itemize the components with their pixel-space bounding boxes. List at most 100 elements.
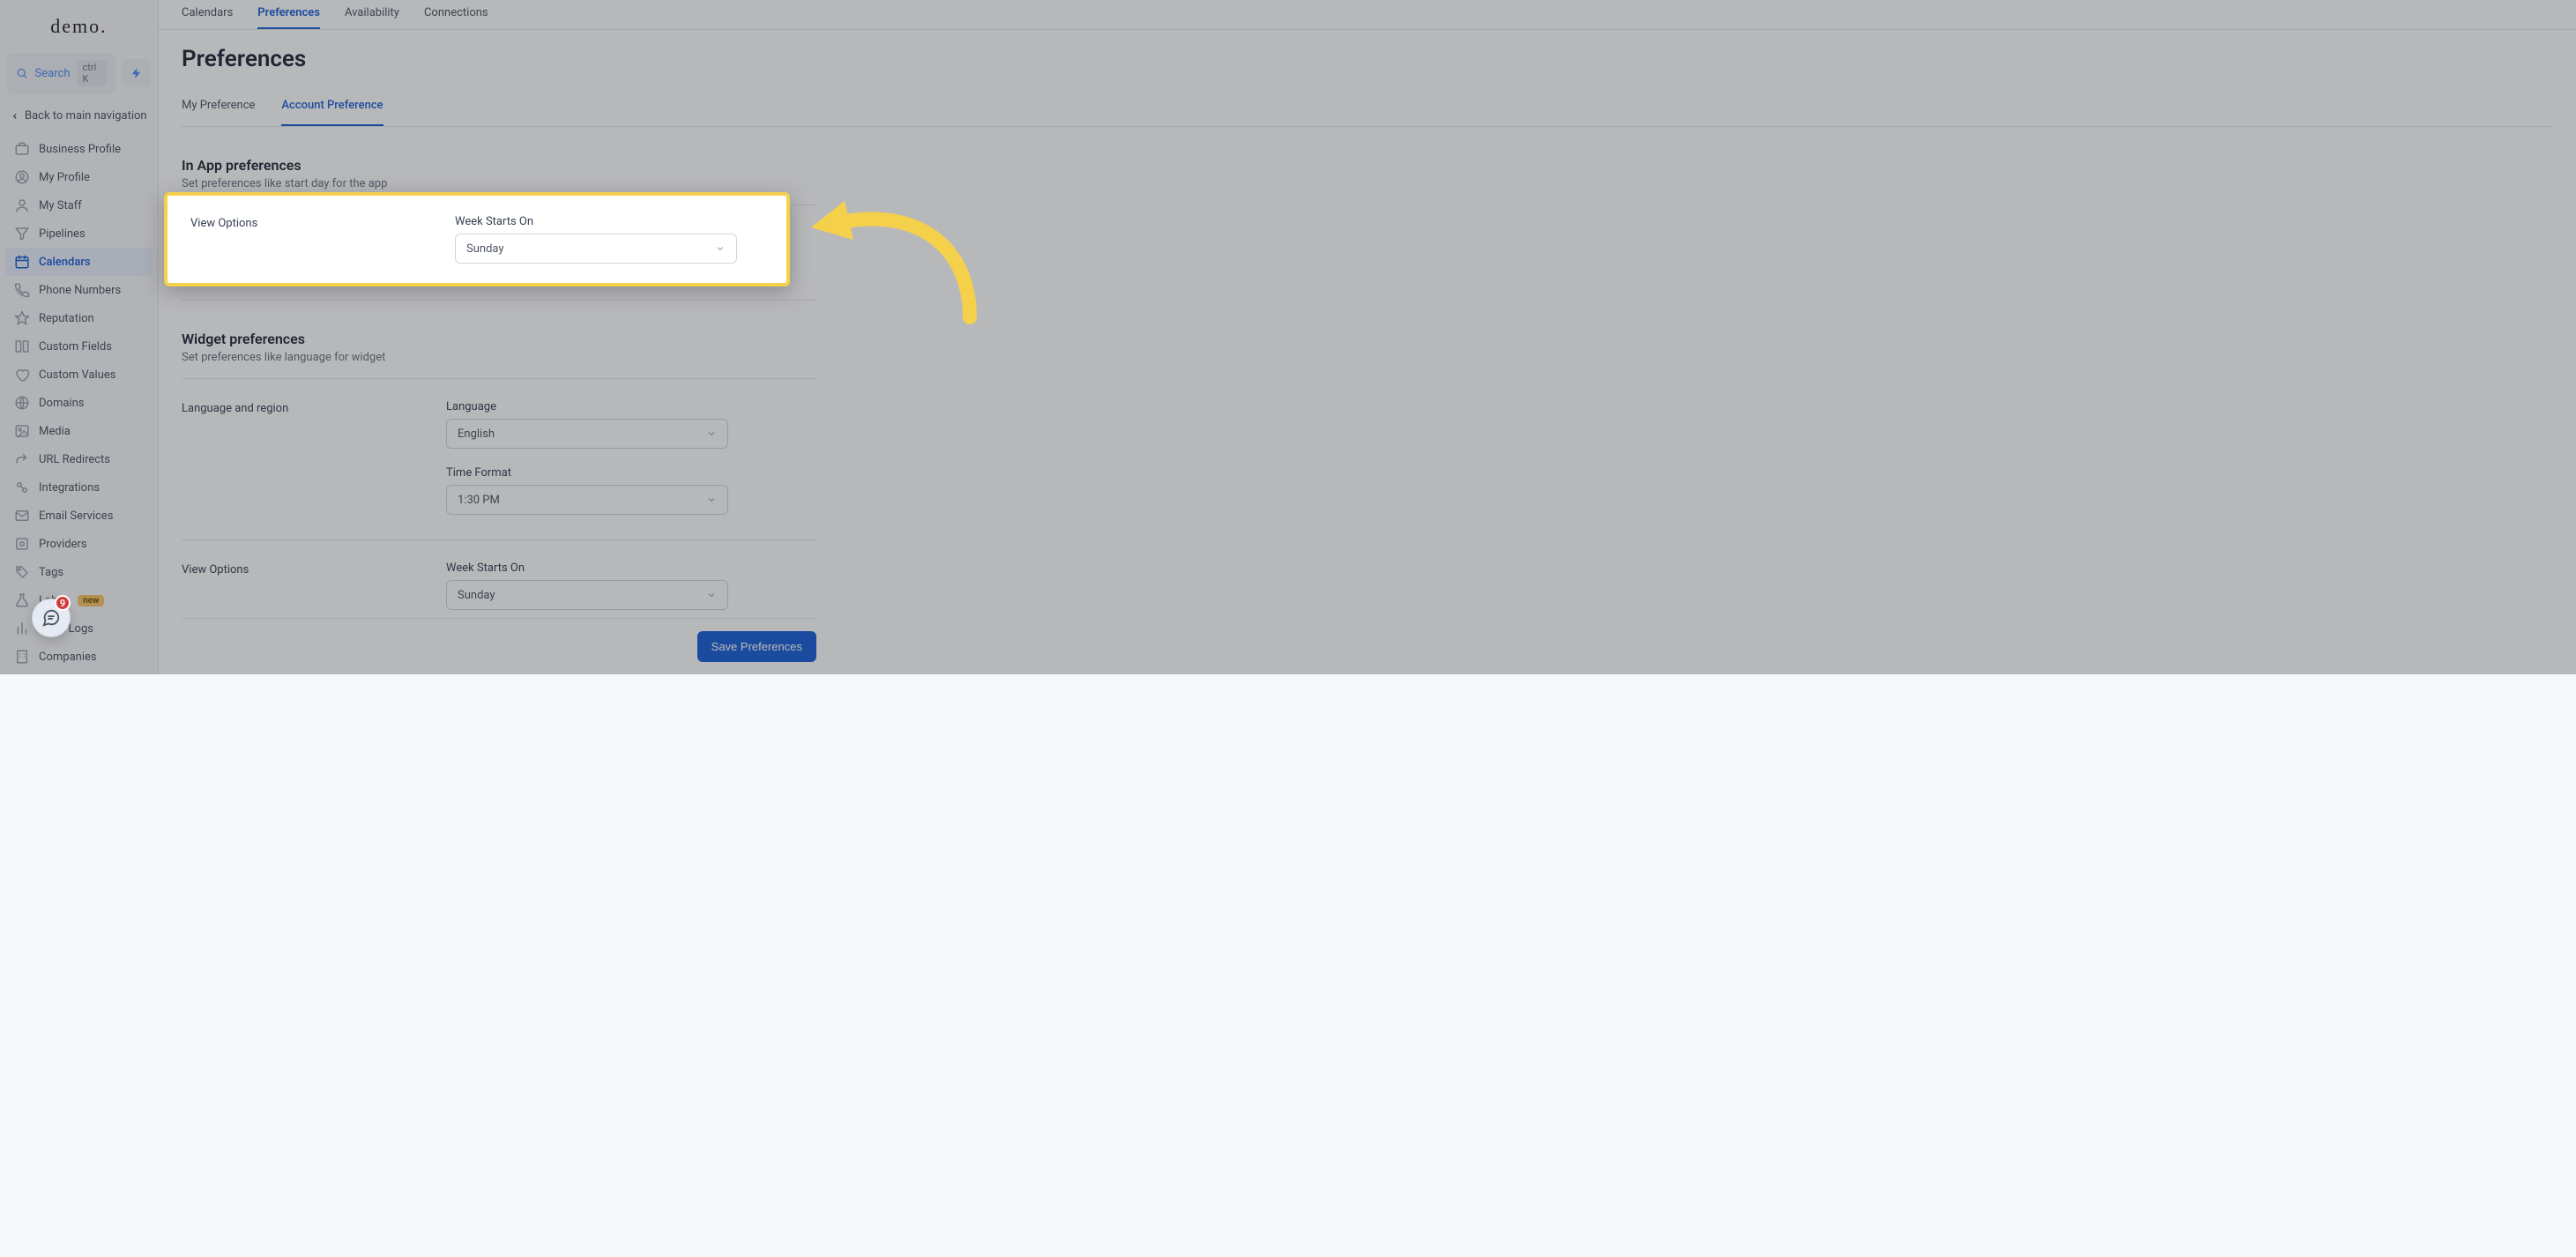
sidebar-item-label: Email Services — [39, 509, 113, 523]
sidebar-item-labs[interactable]: Labsnew — [5, 586, 153, 614]
sidebar-item-label: Business Profile — [39, 143, 121, 156]
time-format-select[interactable]: 1:30 PM — [446, 485, 728, 515]
fields-icon — [14, 338, 30, 354]
chevron-down-icon — [706, 495, 717, 505]
content: Preferences My PreferenceAccount Prefere… — [159, 30, 2576, 674]
sidebar-item-label: Custom Values — [39, 368, 116, 382]
sidebar-item-label: Companies — [39, 651, 97, 664]
main-area: Calendars Preferences Availability Connecti… — [159, 0, 2576, 674]
top-tab-connections[interactable]: Connections — [424, 6, 488, 29]
chevron-down-icon — [706, 428, 717, 439]
sidebar-item-label: Integrations — [39, 481, 100, 495]
select-value: Sunday — [466, 242, 504, 256]
logo-row: demo. — [0, 0, 158, 53]
sidebar-item-companies[interactable]: Companies — [5, 643, 153, 671]
form-row-language-region: Language and region Language English Tim… — [182, 400, 816, 515]
briefcase-icon — [14, 141, 30, 157]
person-icon — [14, 197, 30, 213]
form-row-label: View Options — [190, 215, 455, 264]
globe-icon — [14, 395, 30, 411]
sidebar-item-label: Reputation — [39, 312, 94, 325]
sidebar: demo. Search ctrl K Back to main navigat… — [0, 0, 159, 674]
new-badge: new — [78, 595, 104, 606]
form-row-fields: Week Starts On Sunday — [455, 215, 763, 264]
sidebar-item-pipelines[interactable]: Pipelines — [5, 219, 153, 248]
tag-heart-icon — [14, 367, 30, 383]
sidebar-item-label: Pipelines — [39, 227, 86, 241]
logo-text: demo. — [50, 15, 107, 38]
form-row-label: Language and region — [182, 400, 446, 515]
notification-badge[interactable]: 9 — [55, 595, 71, 611]
save-preferences-button[interactable]: Save Preferences — [697, 631, 816, 662]
star-icon — [14, 310, 30, 326]
chat-icon — [41, 608, 61, 628]
form-row-fields: Language English Time Format 1:30 PM — [446, 400, 816, 515]
field-time-format: Time Format 1:30 PM — [446, 466, 816, 515]
back-to-main-nav-link[interactable]: Back to main navigation — [0, 100, 158, 135]
chart-icon — [14, 621, 30, 636]
back-link-label: Back to main navigation — [25, 109, 147, 123]
quick-actions-button[interactable] — [123, 59, 151, 87]
plug-icon — [14, 480, 30, 495]
top-tab-calendars[interactable]: Calendars — [182, 6, 233, 29]
provider-icon — [14, 536, 30, 552]
sidebar-item-label: Media — [39, 425, 71, 438]
sidebar-item-label: Custom Fields — [39, 340, 112, 353]
section-subtitle: Set preferences like language for widget — [182, 351, 2553, 364]
select-value: 1:30 PM — [458, 494, 500, 507]
section-title: In App preferences — [182, 157, 2553, 174]
sidebar-item-providers[interactable]: Providers — [5, 530, 153, 558]
divider — [182, 300, 816, 301]
sidebar-item-my-profile[interactable]: My Profile — [5, 163, 153, 191]
top-tab-availability[interactable]: Availability — [345, 6, 399, 29]
sidebar-item-business-profile[interactable]: Business Profile — [5, 135, 153, 163]
sidebar-item-reputation[interactable]: Reputation — [5, 304, 153, 332]
sidebar-nav: Business Profile My Profile My Staff Pipeli… — [0, 135, 158, 674]
chevron-left-icon — [11, 112, 19, 121]
preference-sub-tabs: My Preference Account Preference — [182, 92, 2553, 127]
sidebar-item-my-staff[interactable]: My Staff — [5, 191, 153, 219]
sidebar-item-tags[interactable]: Tags — [5, 558, 153, 586]
search-label: Search — [35, 67, 71, 80]
sidebar-item-audit-logs[interactable]: Audit Logs — [5, 614, 153, 643]
search-box[interactable]: Search ctrl K — [7, 53, 115, 93]
field-widget-week-starts-on: Week Starts On Sunday — [446, 562, 816, 610]
sidebar-item-label: Domains — [39, 397, 84, 410]
week-starts-on-select-highlighted[interactable]: Sunday — [455, 234, 737, 264]
field-week-starts-on-highlight: Week Starts On Sunday — [455, 215, 763, 264]
sidebar-item-custom-fields[interactable]: Custom Fields — [5, 332, 153, 361]
field-language: Language English — [446, 400, 816, 449]
chevron-down-icon — [715, 243, 726, 254]
save-bar: Save Preferences — [159, 606, 2576, 674]
sidebar-item-media[interactable]: Media — [5, 417, 153, 445]
sidebar-item-phone-numbers[interactable]: Phone Numbers — [5, 276, 153, 304]
top-tab-preferences[interactable]: Preferences — [257, 6, 320, 29]
sidebar-item-label: Calendars — [39, 256, 91, 269]
search-row: Search ctrl K — [0, 53, 158, 100]
sidebar-item-integrations[interactable]: Integrations — [5, 473, 153, 502]
sidebar-item-url-redirects[interactable]: URL Redirects — [5, 445, 153, 473]
sidebar-item-email-services[interactable]: Email Services — [5, 502, 153, 530]
section-title: Widget preferences — [182, 331, 2553, 347]
field-label: Week Starts On — [455, 215, 763, 228]
building-icon — [14, 649, 30, 665]
sidebar-item-domains[interactable]: Domains — [5, 389, 153, 417]
field-label: Week Starts On — [446, 562, 816, 575]
sidebar-item-calendars[interactable]: Calendars — [5, 248, 153, 276]
sub-tab-account-preference[interactable]: Account Preference — [281, 92, 383, 126]
language-select[interactable]: English — [446, 419, 728, 449]
image-icon — [14, 423, 30, 439]
select-value: English — [458, 428, 495, 441]
calendar-icon — [14, 254, 30, 270]
sidebar-item-label: My Staff — [39, 199, 82, 212]
form-row-fields: Week Starts On Sunday — [446, 562, 816, 610]
section-widget-preferences: Widget preferences Set preferences like … — [182, 322, 2553, 610]
divider — [182, 539, 816, 540]
sub-tab-my-preference[interactable]: My Preference — [182, 92, 255, 126]
sidebar-item-custom-values[interactable]: Custom Values — [5, 361, 153, 389]
field-label: Time Format — [446, 466, 816, 480]
select-value: Sunday — [458, 589, 495, 602]
sidebar-item-label: Tags — [39, 566, 63, 579]
chevron-down-icon — [706, 590, 717, 600]
sidebar-item-label: Providers — [39, 538, 87, 551]
